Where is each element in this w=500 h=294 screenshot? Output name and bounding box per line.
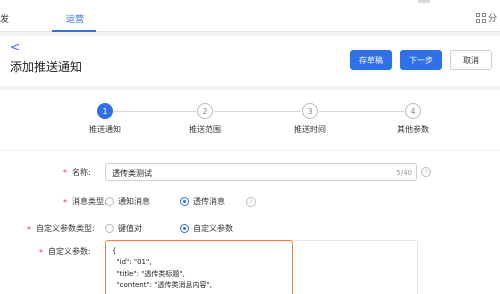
radio-circle <box>105 197 114 206</box>
active-tab-indicator <box>52 30 96 32</box>
step-1[interactable]: 1 推送通知 <box>75 103 135 135</box>
top-nav: 发 运营 分 <box>0 0 500 32</box>
nav-item-left[interactable]: 发 <box>0 12 9 25</box>
grid-icon <box>476 12 486 23</box>
radio-custom-param[interactable]: 自定义参数 <box>180 223 233 234</box>
help-icon[interactable]: ? <box>246 197 256 207</box>
code-line: { <box>112 247 117 255</box>
step-label: 其他参数 <box>397 125 429 134</box>
step-number: 3 <box>302 103 318 119</box>
step-number: 1 <box>97 103 113 119</box>
step-label: 推送通知 <box>89 125 121 134</box>
radio-label: 透传消息 <box>193 197 225 206</box>
back-icon[interactable]: < <box>10 40 20 54</box>
custom-params-textarea[interactable]: { "id": "01", "title": "透传类标题", "content… <box>105 240 293 294</box>
code-line: "id": "01", <box>112 258 152 266</box>
page-title: 添加推送通知 <box>10 60 83 74</box>
nav-item-right-label: 分 <box>488 14 498 24</box>
textarea-extension <box>290 240 418 294</box>
section-divider <box>0 150 500 151</box>
next-step-button[interactable]: 下一步 <box>400 50 442 70</box>
required-mark: * <box>63 198 67 207</box>
step-number: 4 <box>405 103 421 119</box>
radio-label: 自定义参数 <box>193 224 233 233</box>
top-nav-divider <box>418 0 430 3</box>
code-line: "content": "透传类消息内容", <box>112 281 212 289</box>
step-2[interactable]: 2 推送范围 <box>175 103 235 135</box>
radio-notification-message[interactable]: 通知消息 <box>105 196 150 207</box>
step-number: 2 <box>197 103 213 119</box>
name-label: 名称: <box>72 168 91 177</box>
required-mark: * <box>39 248 43 257</box>
code-line: "title": "透传类标题", <box>112 270 185 278</box>
name-value: 透传类测试 <box>112 169 152 178</box>
save-draft-button[interactable]: 存草稿 <box>350 50 392 70</box>
char-counter: 5/40 <box>396 169 412 177</box>
radio-circle <box>180 197 189 206</box>
name-field[interactable]: 透传类测试 5/40 <box>105 163 417 181</box>
radio-key-value[interactable]: 键值对 <box>105 223 142 234</box>
message-type-label: 消息类型: <box>72 197 107 206</box>
step-label: 推送范围 <box>189 125 221 134</box>
step-3[interactable]: 3 推送时间 <box>280 103 340 135</box>
radio-circle <box>180 224 189 233</box>
step-4[interactable]: 4 其他参数 <box>383 103 443 135</box>
param-type-label: 自定义参数类型: <box>36 224 95 233</box>
required-mark: * <box>27 225 31 234</box>
nav-tab-operations[interactable]: 运营 <box>66 12 84 25</box>
nav-item-right[interactable]: 分 <box>476 11 497 24</box>
radio-label: 键值对 <box>118 224 142 233</box>
step-label: 推送时间 <box>294 125 326 134</box>
radio-passthrough-message[interactable]: 透传消息 <box>180 196 225 207</box>
page-header: < 添加推送通知 存草稿 下一步 取消 <box>0 36 500 86</box>
custom-params-label: 自定义参数: <box>48 247 91 256</box>
help-icon[interactable]: ? <box>421 167 431 177</box>
cancel-button[interactable]: 取消 <box>450 50 492 70</box>
radio-circle <box>105 224 114 233</box>
radio-label: 通知消息 <box>118 197 150 206</box>
required-mark: * <box>63 168 67 177</box>
main-panel: 1 推送通知 2 推送范围 3 推送时间 4 其他参数 * 名称: 透传类测试 … <box>0 90 500 294</box>
